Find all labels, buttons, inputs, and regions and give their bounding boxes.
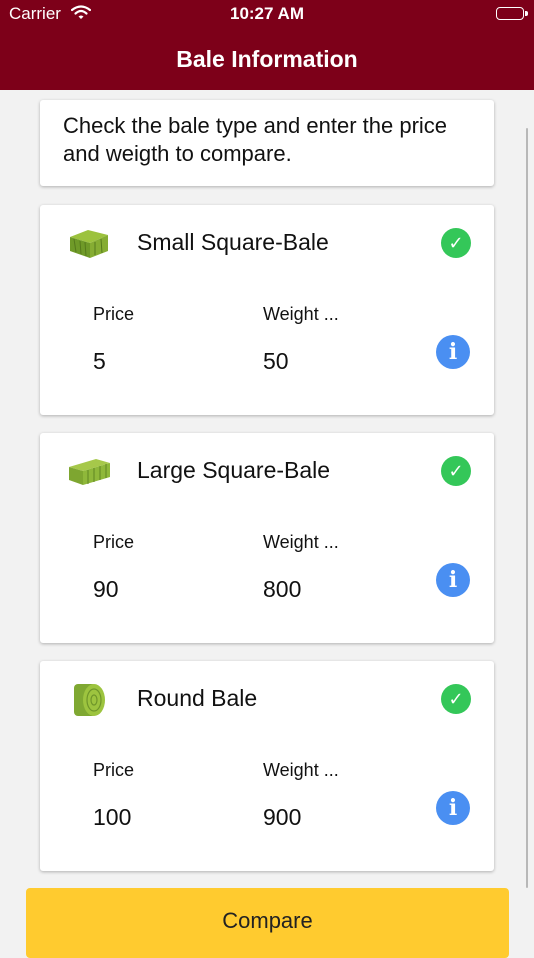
bale-name: Large Square-Bale (137, 457, 331, 483)
round-bale-icon (66, 681, 112, 719)
scrollbar[interactable] (526, 128, 528, 888)
checkmark-circle-icon[interactable]: ✓ (441, 684, 471, 714)
small-square-bale-icon (66, 225, 112, 263)
weight-label: Weight ... (263, 532, 339, 552)
price-label: Price (93, 304, 135, 324)
weight-input[interactable]: 900 (263, 804, 301, 831)
checkmark-circle-icon[interactable]: ✓ (441, 228, 471, 258)
price-input[interactable]: 100 (93, 804, 131, 831)
bale-name: Round Bale (137, 685, 258, 711)
price-label: Price (93, 760, 135, 780)
price-label: Price (93, 532, 135, 552)
bale-card-small-square: Small Square-Bale ✓ Price Weight ... 5 5… (40, 205, 494, 415)
price-input[interactable]: 5 (93, 348, 106, 375)
instruction-text: Check the bale type and enter the price … (63, 113, 448, 166)
info-circle-icon[interactable]: i (436, 335, 470, 369)
status-time: 10:27 AM (229, 4, 304, 23)
price-input[interactable]: 90 (93, 576, 119, 603)
instruction-card: Check the bale type and enter the price … (40, 100, 494, 186)
weight-label: Weight ... (263, 304, 339, 324)
weight-input[interactable]: 50 (263, 348, 289, 375)
page-title: Bale Information (176, 46, 358, 72)
bale-name: Small Square-Bale (137, 229, 329, 255)
bale-card-large-square: Large Square-Bale ✓ Price Weight ... 90 … (40, 433, 494, 643)
weight-input[interactable]: 800 (263, 576, 301, 603)
info-circle-icon[interactable]: i (436, 791, 470, 825)
compare-button[interactable]: Compare (26, 888, 509, 958)
large-square-bale-icon (66, 453, 112, 491)
checkmark-circle-icon[interactable]: ✓ (441, 456, 471, 486)
bale-card-round: Round Bale ✓ Price Weight ... 100 900 i (40, 661, 494, 871)
info-circle-icon[interactable]: i (436, 563, 470, 597)
weight-label: Weight ... (263, 760, 339, 780)
status-bar: Carrier 10:27 AM (0, 0, 534, 30)
battery-icon (496, 7, 528, 20)
navigation-bar: Bale Information (0, 30, 534, 90)
